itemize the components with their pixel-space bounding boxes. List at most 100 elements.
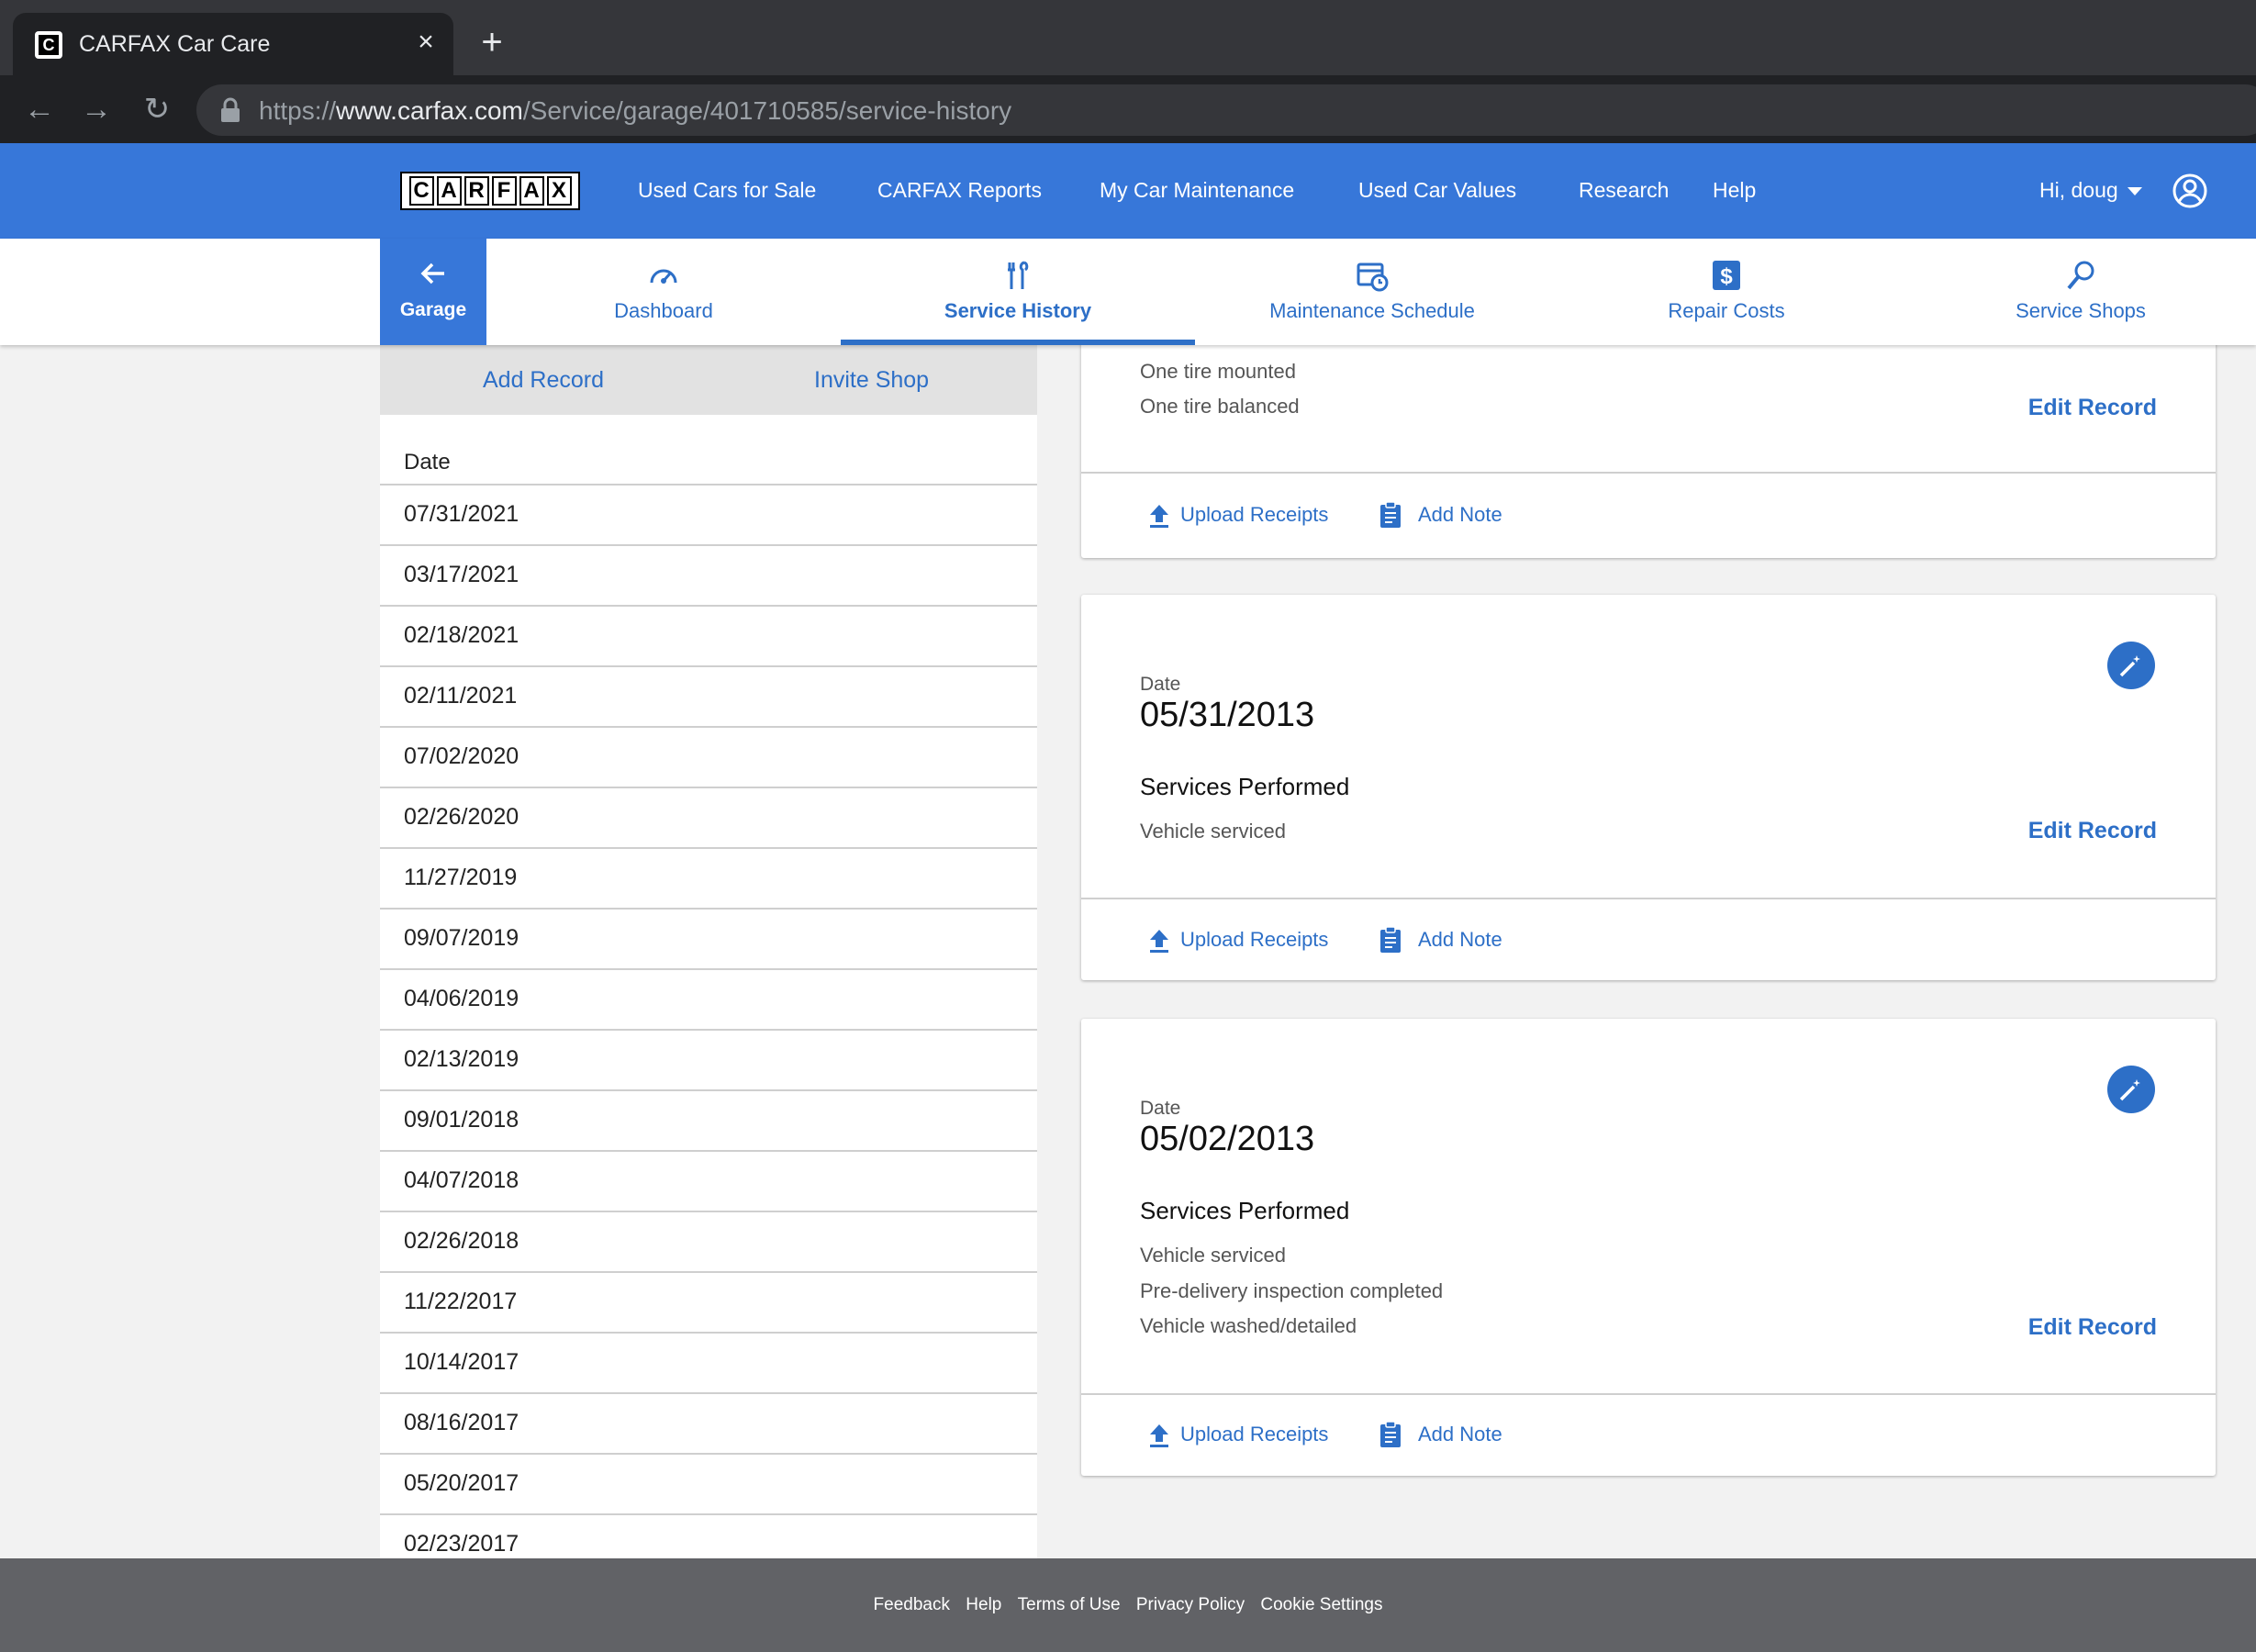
magic-wand-icon [2119, 1079, 2140, 1101]
magic-wand-button[interactable] [2107, 642, 2155, 689]
reload-icon[interactable]: ↻ [138, 90, 176, 128]
service-item: One tire mounted [1140, 360, 1296, 383]
edit-record-button[interactable]: Edit Record [2028, 1314, 2157, 1341]
record-actions-bar: Add Record Invite Shop [380, 345, 1037, 415]
record-date-label: Date [1140, 1098, 1181, 1119]
service-item: Vehicle serviced [1140, 820, 1286, 843]
list-item[interactable]: 08/16/2017 [380, 1394, 1037, 1455]
date-list: 07/31/2021 03/17/2021 02/18/2021 02/11/2… [380, 484, 1037, 1558]
carfax-favicon-icon: C [35, 31, 62, 59]
garage-label: Garage [399, 299, 467, 320]
list-item[interactable]: 04/07/2018 [380, 1152, 1037, 1212]
user-greeting: Hi, doug [2039, 178, 2118, 202]
vehicle-subnav: Garage Dashboard Service History Mainten… [0, 239, 2256, 345]
upload-receipts-button[interactable]: Upload Receipts [1180, 1423, 1328, 1446]
nav-research[interactable]: Research [1579, 178, 1669, 203]
tab-title: CARFAX Car Care [79, 31, 271, 57]
services-performed-title: Services Performed [1140, 1197, 1350, 1224]
list-item[interactable]: 02/23/2017 [380, 1515, 1037, 1558]
footer-link-privacy[interactable]: Privacy Policy [1136, 1595, 1245, 1614]
site-header: C A R F A X Used Cars for Sale CARFAX Re… [0, 143, 2256, 239]
add-note-button[interactable]: Add Note [1418, 503, 1502, 527]
tab-maintenance-schedule[interactable]: Maintenance Schedule [1195, 239, 1549, 345]
service-item: Pre-delivery inspection completed [1140, 1279, 1444, 1302]
back-icon[interactable]: ← [20, 90, 59, 128]
add-record-button[interactable]: Add Record [483, 367, 604, 394]
account-circle-icon[interactable] [2172, 173, 2208, 209]
logo-letter: A [519, 176, 544, 206]
list-item[interactable]: 02/18/2021 [380, 607, 1037, 667]
list-item[interactable]: 07/02/2020 [380, 728, 1037, 788]
wrench-icon [1008, 261, 1029, 289]
footer-link-terms[interactable]: Terms of Use [1018, 1595, 1121, 1614]
magic-wand-button[interactable] [2107, 1066, 2155, 1113]
tab-label: Maintenance Schedule [1269, 299, 1475, 322]
list-item[interactable]: 07/31/2021 [380, 486, 1037, 546]
upload-icon[interactable] [1145, 927, 1173, 954]
tab-service-shops[interactable]: Service Shops [1904, 239, 2256, 345]
clipboard-icon[interactable] [1377, 501, 1404, 529]
browser-tab[interactable]: C CARFAX Car Care × [13, 13, 453, 75]
upload-icon[interactable] [1145, 1422, 1173, 1449]
nav-used-cars[interactable]: Used Cars for Sale [638, 178, 816, 203]
list-item[interactable]: 10/14/2017 [380, 1334, 1037, 1394]
services-performed-title: Services Performed [1140, 773, 1350, 800]
upload-receipts-button[interactable]: Upload Receipts [1180, 928, 1328, 952]
service-item: Vehicle washed/detailed [1140, 1314, 1357, 1337]
user-menu[interactable]: Hi, doug [2039, 178, 2142, 203]
upload-receipts-button[interactable]: Upload Receipts [1180, 503, 1328, 527]
service-item: Vehicle serviced [1140, 1244, 1286, 1267]
close-tab-icon[interactable]: × [409, 26, 442, 59]
nav-help[interactable]: Help [1713, 178, 1756, 203]
url-domain: www.carfax.com [336, 96, 523, 125]
date-column-header: Date [404, 450, 451, 474]
nav-used-car-values[interactable]: Used Car Values [1358, 178, 1516, 203]
edit-record-button[interactable]: Edit Record [2028, 818, 2157, 844]
list-item[interactable]: 03/17/2021 [380, 546, 1037, 607]
tab-label: Dashboard [614, 299, 713, 322]
edit-record-button[interactable]: Edit Record [2028, 395, 2157, 421]
footer-link-help[interactable]: Help [966, 1595, 1001, 1614]
nav-carfax-reports[interactable]: CARFAX Reports [877, 178, 1042, 203]
garage-back-button[interactable]: Garage [380, 239, 486, 345]
footer-link-feedback[interactable]: Feedback [874, 1595, 950, 1614]
new-tab-icon[interactable]: + [474, 24, 510, 61]
magic-wand-icon [2119, 655, 2140, 677]
logo-letter: X [546, 176, 572, 206]
clipboard-icon[interactable] [1377, 1421, 1404, 1448]
forward-icon[interactable]: → [77, 90, 116, 128]
url-path: /Service/garage/401710585/service-histor… [522, 96, 1012, 125]
logo-letter: C [408, 176, 434, 206]
list-item[interactable]: 09/07/2019 [380, 910, 1037, 970]
upload-icon[interactable] [1145, 502, 1173, 530]
list-item[interactable]: 05/20/2017 [380, 1455, 1037, 1515]
list-item[interactable]: 09/01/2018 [380, 1091, 1037, 1152]
nav-my-car-maintenance[interactable]: My Car Maintenance [1100, 178, 1294, 203]
address-bar[interactable]: https://www.carfax.com/Service/garage/40… [196, 84, 2256, 136]
add-note-button[interactable]: Add Note [1418, 928, 1502, 952]
list-item[interactable]: 11/27/2019 [380, 849, 1037, 910]
service-record-card: Date 05/02/2013 Services Performed Vehic… [1081, 1019, 2216, 1476]
carfax-favicon-letter: C [39, 35, 59, 55]
clipboard-icon[interactable] [1377, 926, 1404, 954]
tab-dashboard[interactable]: Dashboard [486, 239, 841, 345]
invite-shop-button[interactable]: Invite Shop [814, 367, 929, 394]
card-divider [1081, 898, 2216, 899]
tab-service-history[interactable]: Service History [841, 239, 1195, 345]
footer-link-cookie-settings[interactable]: Cookie Settings [1260, 1595, 1382, 1614]
site-footer: Feedback Help Terms of Use Privacy Polic… [0, 1558, 2256, 1652]
carfax-logo[interactable]: C A R F A X [400, 172, 580, 210]
add-note-button[interactable]: Add Note [1418, 1423, 1502, 1446]
tab-repair-costs[interactable]: $ Repair Costs [1549, 239, 1904, 345]
record-date-label: Date [1140, 674, 1181, 695]
search-icon [2067, 261, 2094, 290]
speedometer-icon [650, 269, 677, 284]
list-item[interactable]: 11/22/2017 [380, 1273, 1037, 1334]
list-item[interactable]: 02/26/2020 [380, 788, 1037, 849]
url-text[interactable]: https://www.carfax.com/Service/garage/40… [259, 96, 1011, 126]
list-item[interactable]: 02/26/2018 [380, 1212, 1037, 1273]
list-item[interactable]: 02/13/2019 [380, 1031, 1037, 1091]
calendar-clock-icon [1357, 262, 1389, 292]
list-item[interactable]: 04/06/2019 [380, 970, 1037, 1031]
list-item[interactable]: 02/11/2021 [380, 667, 1037, 728]
